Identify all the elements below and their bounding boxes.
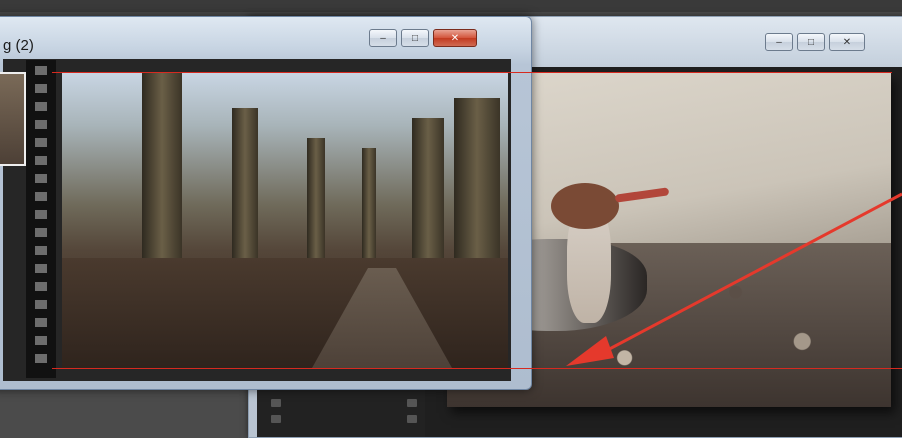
arrow-annotation [566,192,902,366]
